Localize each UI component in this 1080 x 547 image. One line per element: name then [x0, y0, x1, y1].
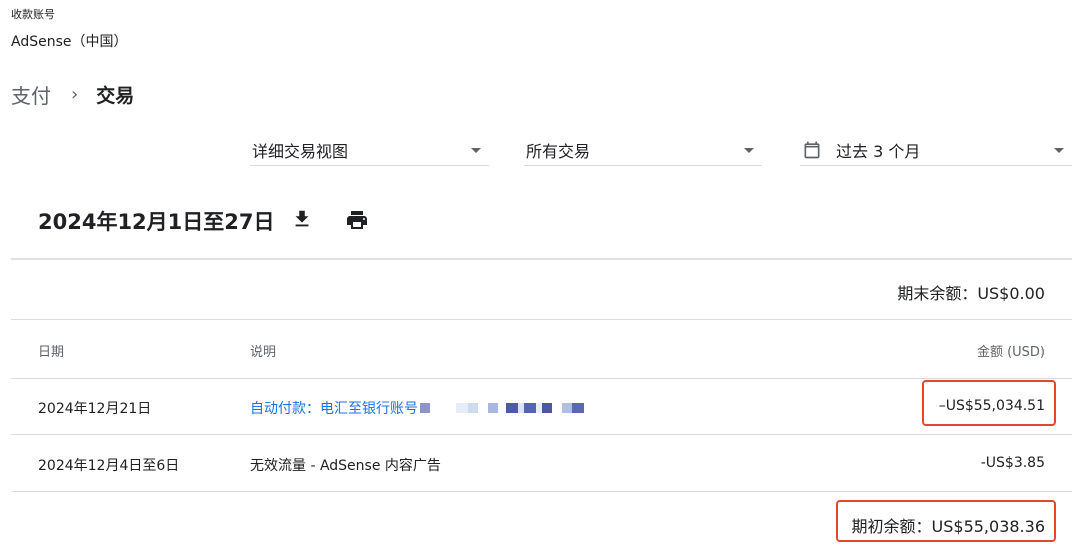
row-divider [11, 434, 1072, 435]
breadcrumb-separator: › [71, 84, 79, 105]
print-icon[interactable] [345, 208, 369, 232]
row-1-description-text: 自动付款：电汇至银行账号 [250, 401, 418, 417]
transaction-type-value: 所有交易 [526, 141, 591, 161]
page-title: 交易 [96, 85, 135, 107]
date-range-select[interactable]: 过去 3 个月 [800, 134, 1072, 166]
table-top-divider [11, 319, 1072, 320]
download-icon[interactable] [291, 208, 313, 230]
dropdown-caret-icon [744, 148, 754, 153]
date-range-value: 过去 3 个月 [836, 141, 921, 161]
view-type-select[interactable]: 详细交易视图 [250, 134, 489, 166]
row-1-date: 2024年12月21日 [38, 401, 152, 417]
account-name: AdSense（中国） [11, 34, 128, 50]
row-2-description: 无效流量 - AdSense 内容广告 [250, 458, 441, 474]
column-header-amount: 金额 (USD) [976, 345, 1045, 360]
transaction-type-select[interactable]: 所有交易 [524, 134, 762, 166]
breadcrumb: 支付 › 交易 [11, 80, 134, 109]
period-title: 2024年12月1日至27日 [38, 210, 275, 234]
row-2-amount: -US$3.85 [980, 455, 1045, 471]
section-divider [11, 258, 1072, 260]
calendar-icon [804, 141, 820, 158]
account-label: 收款账号 [11, 8, 55, 21]
column-header-description: 说明 [250, 345, 277, 360]
view-type-value: 详细交易视图 [252, 141, 349, 161]
breadcrumb-payments-link[interactable]: 支付 [11, 80, 51, 109]
dropdown-caret-icon [471, 148, 481, 153]
highlight-box-payment-amount [922, 380, 1056, 426]
highlight-box-opening-balance [836, 500, 1056, 542]
row-1-description-link[interactable]: 自动付款：电汇至银行账号 [250, 398, 584, 418]
dropdown-caret-icon [1054, 148, 1064, 153]
row-divider [11, 491, 1072, 492]
row-divider [11, 378, 1072, 379]
closing-balance: 期末余额：US$0.00 [897, 284, 1045, 303]
redacted-account-number [420, 403, 584, 413]
row-2-date: 2024年12月4日至6日 [38, 458, 180, 474]
column-header-date: 日期 [38, 345, 65, 360]
